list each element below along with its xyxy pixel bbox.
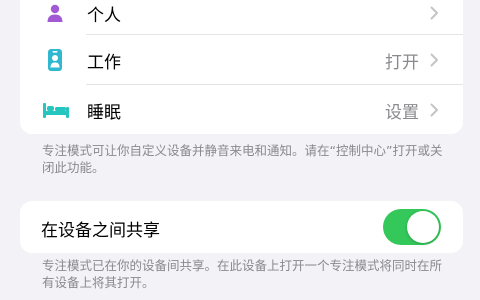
focus-mode-status: 设置 (385, 102, 419, 123)
chevron-right-icon (427, 53, 441, 67)
share-across-devices-toggle[interactable] (383, 209, 441, 245)
chevron-right-icon (427, 6, 441, 20)
bed-icon (42, 97, 70, 123)
person-icon (42, 0, 68, 26)
share-across-devices-label: 在设备之间共享 (41, 221, 160, 241)
focus-mode-label: 工作 (87, 52, 121, 73)
focus-modes-list: 个人 工作 打开 睡眠 设置 (20, 0, 463, 134)
toggle-knob (407, 211, 439, 243)
focus-mode-work-row[interactable]: 工作 打开 (20, 35, 463, 85)
focus-footnote: 专注模式可让你自定义设备并静音来电和通知。请在“控制中心”打开或关闭此功能。 (42, 143, 443, 175)
focus-mode-sleep-row[interactable]: 睡眠 设置 (20, 85, 463, 134)
share-footnote: 专注模式已在你的设备间共享。在此设备上打开一个专注模式将同时在所有设备上将其打开… (42, 258, 443, 290)
focus-mode-label: 睡眠 (87, 102, 121, 123)
share-across-devices-row: 在设备之间共享 (20, 201, 463, 253)
focus-mode-label: 个人 (87, 5, 121, 26)
focus-mode-personal-row[interactable]: 个人 (20, 0, 463, 38)
chevron-right-icon (427, 103, 441, 117)
focus-mode-status: 打开 (385, 52, 419, 73)
id-badge-icon (42, 47, 68, 73)
